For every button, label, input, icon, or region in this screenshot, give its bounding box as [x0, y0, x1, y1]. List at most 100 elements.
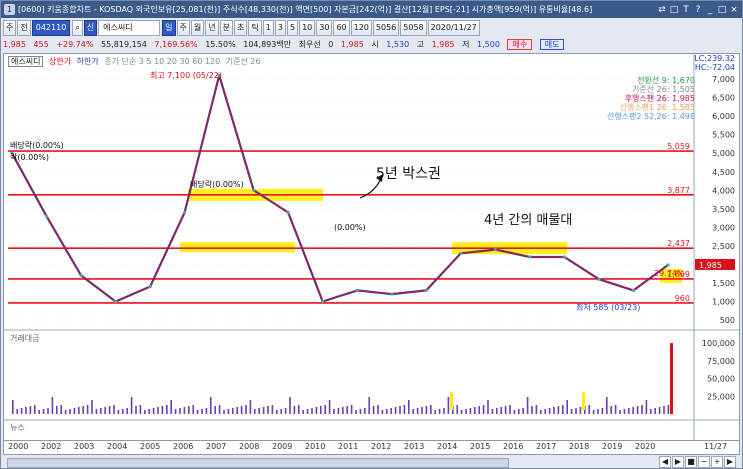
volume-bar	[267, 406, 269, 414]
zoom-in-icon[interactable]: +	[711, 456, 723, 468]
volume-bar	[139, 405, 142, 414]
stock-name: 에스씨디	[98, 20, 161, 36]
date-input[interactable]: 2020/11/27	[427, 20, 480, 36]
price-point	[355, 288, 359, 292]
volume-bar	[306, 409, 309, 414]
interval-10[interactable]: 10	[299, 20, 316, 36]
volume-bar	[174, 409, 177, 414]
volume-bar	[95, 409, 98, 414]
chart-scrollbar[interactable]	[7, 458, 509, 468]
current-price-text: 1,985	[699, 261, 722, 270]
volume-bar	[368, 397, 370, 414]
time-tick: 2003	[74, 442, 95, 451]
volume-bar	[320, 406, 322, 414]
volume-title: 거래대금	[10, 334, 39, 343]
volume-bar	[636, 406, 639, 414]
time-tick: 2016	[503, 442, 524, 451]
quote-bar: 1,985 455 +29.74% 55,819,154 7,169.56% 1…	[3, 37, 740, 52]
volume-bar	[333, 409, 335, 414]
high-annotation: 최고 7,100 (05/22)	[150, 70, 222, 80]
volume-bar	[394, 407, 397, 414]
restore-icon[interactable]: □	[668, 2, 680, 18]
volume-bar	[610, 406, 612, 414]
stock-code-input[interactable]: 042110	[31, 20, 71, 36]
zero-label: (0.00%)	[334, 223, 366, 232]
period-year[interactable]: 년	[205, 20, 219, 36]
volume-bar	[504, 406, 507, 414]
play-icon[interactable]: ▶	[672, 456, 684, 468]
price-point	[148, 285, 152, 289]
interval-1[interactable]: 1	[262, 20, 274, 36]
period-tick[interactable]: 틱	[248, 20, 262, 36]
volume-bar	[482, 405, 485, 414]
scroll-right-icon[interactable]: ▶	[724, 456, 736, 468]
volume-bar	[632, 407, 634, 414]
price-point	[321, 299, 325, 304]
search-icon[interactable]: ⌕	[72, 20, 83, 36]
volume-bar	[667, 405, 670, 414]
volume-bar	[86, 405, 89, 414]
volume-bar	[42, 409, 45, 414]
maximize-icon[interactable]: □	[716, 2, 728, 18]
volume-bar	[614, 405, 617, 414]
interval-60[interactable]: 60	[333, 20, 350, 36]
volume-bar	[478, 406, 480, 414]
price-chart[interactable]: 5,059 3,877 2,437 1,609 960 7,000 6,500 6,000 5…	[3, 53, 740, 441]
volume-bar	[416, 408, 419, 414]
interval-5[interactable]: 5	[286, 20, 299, 36]
buy-button[interactable]: 매수	[507, 39, 533, 50]
period-second[interactable]: 초	[234, 20, 248, 36]
count-input[interactable]: 5056	[372, 20, 400, 36]
interval-120[interactable]: 120	[350, 20, 372, 36]
volume-bar	[359, 409, 362, 414]
price-tick: 5,500	[712, 131, 735, 140]
volume-bar	[157, 407, 159, 414]
volume-bar	[601, 408, 604, 414]
help-icon[interactable]: ?	[692, 2, 704, 18]
volume-bar	[526, 397, 529, 414]
price-point	[631, 288, 636, 292]
font-icon[interactable]: T	[680, 2, 692, 18]
volume-bar	[425, 406, 428, 414]
stop-icon[interactable]: ■	[685, 456, 697, 468]
price-point	[252, 188, 256, 192]
time-tick: 2004	[107, 442, 128, 451]
volume-bar	[540, 410, 542, 414]
volume-bar	[430, 405, 432, 414]
period-week[interactable]: 주	[176, 20, 190, 36]
period-month[interactable]: 월	[190, 20, 205, 36]
interval-30[interactable]: 30	[316, 20, 333, 36]
price-tick: 500	[720, 316, 735, 325]
menu-button[interactable]: 주	[3, 20, 17, 36]
volume-bar	[658, 407, 661, 414]
volume-bar	[588, 405, 590, 414]
scroll-left-icon[interactable]: ◀	[659, 456, 671, 468]
volume-bar	[663, 406, 665, 414]
title-bar: 1 [0600] 키움종합차트 - KOSDAQ 외국인보유[25,081(천)]…	[1, 1, 742, 18]
volume-bar	[469, 408, 472, 414]
time-tick: 2002	[41, 442, 62, 451]
sell-button[interactable]: 매도	[539, 39, 565, 50]
time-tick: 2007	[206, 442, 227, 451]
type-button[interactable]: 전	[17, 20, 31, 36]
volume-tick: 100,000	[702, 339, 735, 348]
link-icon[interactable]: ⇄	[656, 2, 668, 18]
volume-bar	[161, 406, 164, 414]
volume-bar	[34, 405, 36, 414]
volume-bar	[315, 407, 318, 414]
ichimoku-l1: 전환선 9: 1,670	[637, 76, 695, 85]
period-day[interactable]: 일	[162, 20, 176, 36]
volume-bar	[606, 397, 608, 414]
market-button[interactable]: 신	[83, 20, 98, 36]
minimize-icon[interactable]: _	[704, 2, 716, 18]
volume-bar	[276, 410, 278, 414]
zoom-out-icon[interactable]: −	[698, 456, 710, 468]
level-label: 3,877	[667, 186, 690, 195]
period-minute[interactable]: 분	[219, 20, 234, 36]
price-point	[113, 299, 118, 304]
interval-3[interactable]: 3	[274, 20, 286, 36]
volume-bar	[130, 397, 133, 414]
lc-value: LC:239.32	[694, 54, 735, 63]
volume-bar	[210, 397, 212, 414]
close-icon[interactable]: ×	[728, 2, 740, 18]
